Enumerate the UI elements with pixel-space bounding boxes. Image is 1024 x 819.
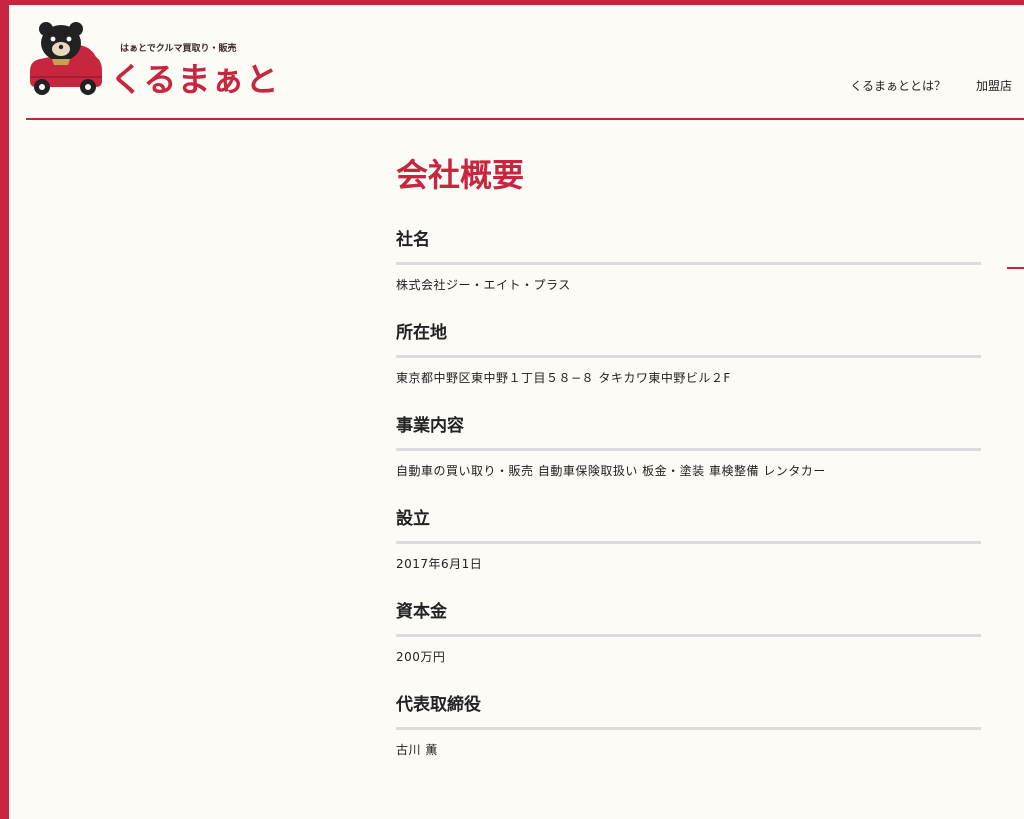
- section-business: 事業内容 自動車の買い取り・販売 自動車保険取扱い 板金・塗装 車検整備 レンタ…: [396, 414, 981, 479]
- section-heading: 所在地: [396, 321, 981, 358]
- logo-name: くるまぁと: [110, 60, 280, 99]
- section-address: 所在地 東京都中野区東中野１丁目５８−８ タキカワ東中野ビル２F: [396, 321, 981, 386]
- section-heading: 社名: [396, 228, 981, 265]
- nav-item-about[interactable]: くるまぁととは？: [850, 77, 946, 94]
- section-capital: 資本金 200万円: [396, 600, 981, 665]
- page-title: 会社概要: [396, 156, 525, 194]
- header-divider: [26, 118, 1024, 120]
- left-accent-bar: [0, 0, 9, 819]
- section-value: 200万円: [396, 650, 446, 664]
- section-heading: 事業内容: [396, 414, 981, 451]
- section-value: 古川 薫: [396, 743, 438, 757]
- side-accent-line: [1007, 267, 1024, 269]
- bear-in-car-logo-icon: [30, 22, 102, 95]
- section-value: 自動車の買い取り・販売 自動車保険取扱い 板金・塗装 車検整備 レンタカー: [396, 464, 826, 478]
- nav-item-member-stores[interactable]: 加盟店: [976, 77, 1012, 94]
- section-value: 東京都中野区東中野１丁目５８−８ タキカワ東中野ビル２F: [396, 371, 731, 385]
- section-established: 設立 2017年6月1日: [396, 507, 981, 572]
- site-logo[interactable]: はぁとでクルマ買取り・販売 くるまぁと: [26, 21, 278, 101]
- section-heading: 代表取締役: [396, 693, 981, 730]
- section-value: 株式会社ジー・エイト・プラス: [396, 278, 571, 292]
- site-header: はぁとでクルマ買取り・販売 くるまぁと くるまぁととは？ 加盟店: [26, 5, 1024, 118]
- section-value: 2017年6月1日: [396, 557, 483, 571]
- section-representative: 代表取締役 古川 薫: [396, 693, 981, 758]
- section-heading: 設立: [396, 507, 981, 544]
- section-heading: 資本金: [396, 600, 981, 637]
- section-company-name: 社名 株式会社ジー・エイト・プラス: [396, 228, 981, 293]
- company-overview: 会社概要 社名 株式会社ジー・エイト・プラス 所在地 東京都中野区東中野１丁目５…: [396, 150, 981, 758]
- main-nav: くるまぁととは？ 加盟店: [850, 77, 1012, 94]
